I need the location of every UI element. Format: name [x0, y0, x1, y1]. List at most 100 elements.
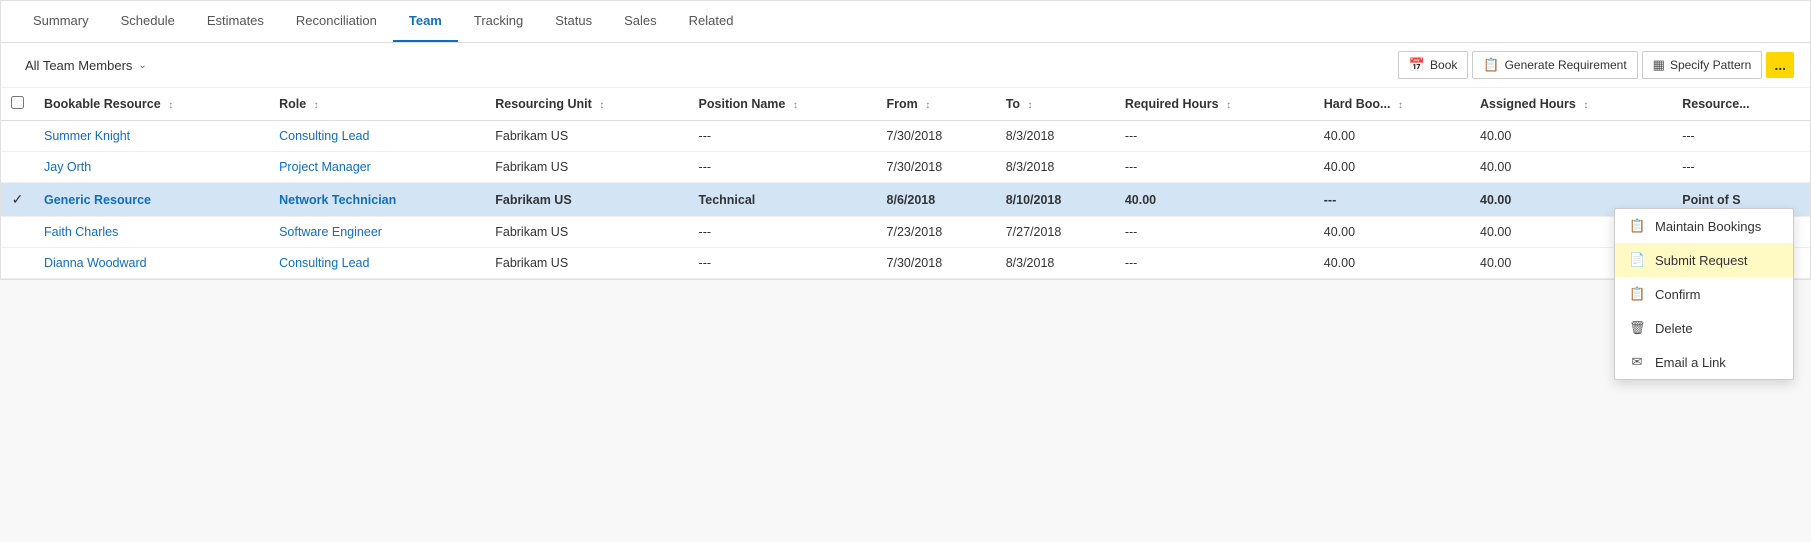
row-required-hours: --- — [1115, 248, 1314, 279]
table-container: Bookable Resource ↕ Role ↕ Resourcing Un… — [1, 88, 1810, 279]
more-button[interactable]: ... — [1766, 52, 1794, 78]
specify-pattern-button[interactable]: ▦ Specify Pattern — [1642, 51, 1763, 79]
row-to: 7/27/2018 — [996, 217, 1115, 248]
row-assigned-hours: 40.00 — [1470, 152, 1672, 183]
filter-dropdown[interactable]: All Team Members ⌄ — [17, 54, 155, 77]
row-check-cell[interactable] — [1, 121, 34, 152]
tab-sales[interactable]: Sales — [608, 1, 673, 42]
sort-bookable-resource-icon: ↕ — [168, 100, 173, 111]
generate-icon: 📋 — [1483, 57, 1499, 73]
chevron-down-icon: ⌄ — [138, 60, 146, 71]
row-from: 7/30/2018 — [877, 121, 996, 152]
book-button[interactable]: 📅 Book — [1398, 51, 1469, 79]
row-check-cell[interactable] — [1, 248, 34, 279]
row-check-cell[interactable] — [1, 152, 34, 183]
header-hard-boo[interactable]: Hard Boo... ↕ — [1314, 88, 1470, 121]
tab-status[interactable]: Status — [539, 1, 608, 42]
sort-resourcing-unit-icon: ↕ — [599, 100, 604, 111]
nav-tabs: Summary Schedule Estimates Reconciliatio… — [1, 1, 1810, 43]
table-body: Summer KnightConsulting LeadFabrikam US-… — [1, 121, 1810, 279]
row-resource: --- — [1672, 152, 1810, 183]
row-role[interactable]: Network Technician — [269, 183, 485, 217]
row-assigned-hours: 40.00 — [1470, 121, 1672, 152]
row-from: 7/30/2018 — [877, 248, 996, 279]
table-row: Faith CharlesSoftware EngineerFabrikam U… — [1, 217, 1810, 248]
select-all-checkbox[interactable] — [11, 96, 24, 109]
header-position-name[interactable]: Position Name ↕ — [689, 88, 877, 121]
row-resourcing-unit: Fabrikam US — [485, 248, 688, 279]
tab-reconciliation[interactable]: Reconciliation — [280, 1, 393, 42]
header-required-hours-label: Required Hours — [1125, 97, 1219, 111]
sort-role-icon: ↕ — [314, 100, 319, 111]
row-required-hours: 40.00 — [1115, 183, 1314, 217]
header-from[interactable]: From ↕ — [877, 88, 996, 121]
dropdown-item-maintain[interactable]: 📋 Maintain Bookings — [1615, 209, 1793, 243]
header-assigned-hours-label: Assigned Hours — [1480, 97, 1576, 111]
checkmark-icon: ✓ — [12, 191, 24, 207]
header-assigned-hours[interactable]: Assigned Hours ↕ — [1470, 88, 1672, 121]
header-required-hours[interactable]: Required Hours ↕ — [1115, 88, 1314, 121]
maintain-bookings-icon: 📋 — [1629, 218, 1645, 234]
row-role[interactable]: Software Engineer — [269, 217, 485, 248]
context-dropdown-menu: 📋 Maintain Bookings 📄 Submit Request 📋 C… — [1614, 208, 1794, 380]
generate-requirement-button[interactable]: 📋 Generate Requirement — [1472, 51, 1637, 79]
tab-related[interactable]: Related — [673, 1, 750, 42]
sort-position-name-icon: ↕ — [793, 100, 798, 111]
row-role[interactable]: Consulting Lead — [269, 248, 485, 279]
dropdown-item-confirm[interactable]: 📋 Confirm — [1615, 277, 1793, 311]
tab-tracking[interactable]: Tracking — [458, 1, 539, 42]
row-position-name: Technical — [689, 183, 877, 217]
header-resourcing-unit[interactable]: Resourcing Unit ↕ — [485, 88, 688, 121]
row-hard-boo: 40.00 — [1314, 121, 1470, 152]
email-link-icon: ✉ — [1629, 354, 1645, 370]
specify-label: Specify Pattern — [1670, 58, 1751, 72]
header-resourcing-unit-label: Resourcing Unit — [495, 97, 592, 111]
row-hard-boo: 40.00 — [1314, 152, 1470, 183]
header-role-label: Role — [279, 97, 306, 111]
dropdown-item-delete[interactable]: 🗑 Delete — [1615, 311, 1793, 345]
row-resource: --- — [1672, 121, 1810, 152]
row-resourcing-unit: Fabrikam US — [485, 183, 688, 217]
row-hard-boo: --- — [1314, 183, 1470, 217]
row-to: 8/3/2018 — [996, 248, 1115, 279]
dropdown-item-maintain-label: Maintain Bookings — [1655, 219, 1761, 234]
row-required-hours: --- — [1115, 121, 1314, 152]
row-bookable-resource[interactable]: Generic Resource — [34, 183, 269, 217]
header-check[interactable] — [1, 88, 34, 121]
row-role[interactable]: Project Manager — [269, 152, 485, 183]
row-bookable-resource[interactable]: Summer Knight — [34, 121, 269, 152]
row-position-name: --- — [689, 152, 877, 183]
row-position-name: --- — [689, 217, 877, 248]
sort-required-hours-icon: ↕ — [1226, 100, 1231, 111]
filter-label: All Team Members — [25, 58, 132, 73]
row-bookable-resource[interactable]: Faith Charles — [34, 217, 269, 248]
tab-team[interactable]: Team — [393, 1, 458, 42]
header-from-label: From — [887, 97, 918, 111]
dropdown-item-email[interactable]: ✉ Email a Link — [1615, 345, 1793, 379]
row-role[interactable]: Consulting Lead — [269, 121, 485, 152]
dropdown-item-submit[interactable]: 📄 Submit Request — [1615, 243, 1793, 277]
table-area: Bookable Resource ↕ Role ↕ Resourcing Un… — [1, 88, 1810, 279]
header-to[interactable]: To ↕ — [996, 88, 1115, 121]
row-position-name: --- — [689, 248, 877, 279]
row-bookable-resource[interactable]: Jay Orth — [34, 152, 269, 183]
row-bookable-resource[interactable]: Dianna Woodward — [34, 248, 269, 279]
tab-summary[interactable]: Summary — [17, 1, 105, 42]
row-check-cell[interactable] — [1, 217, 34, 248]
header-bookable-resource[interactable]: Bookable Resource ↕ — [34, 88, 269, 121]
header-to-label: To — [1006, 97, 1020, 111]
header-hard-boo-label: Hard Boo... — [1324, 97, 1391, 111]
tab-schedule[interactable]: Schedule — [105, 1, 191, 42]
header-role[interactable]: Role ↕ — [269, 88, 485, 121]
team-table: Bookable Resource ↕ Role ↕ Resourcing Un… — [1, 88, 1810, 279]
row-resourcing-unit: Fabrikam US — [485, 121, 688, 152]
book-icon: 📅 — [1409, 57, 1425, 73]
row-to: 8/10/2018 — [996, 183, 1115, 217]
header-bookable-resource-label: Bookable Resource — [44, 97, 161, 111]
submit-request-icon: 📄 — [1629, 252, 1645, 268]
row-check-cell[interactable]: ✓ — [1, 183, 34, 217]
tab-estimates[interactable]: Estimates — [191, 1, 280, 42]
sort-assigned-hours-icon: ↕ — [1583, 100, 1588, 111]
table-row: ✓ Generic ResourceNetwork TechnicianFabri… — [1, 183, 1810, 217]
header-resource-label: Resource... — [1682, 97, 1749, 111]
